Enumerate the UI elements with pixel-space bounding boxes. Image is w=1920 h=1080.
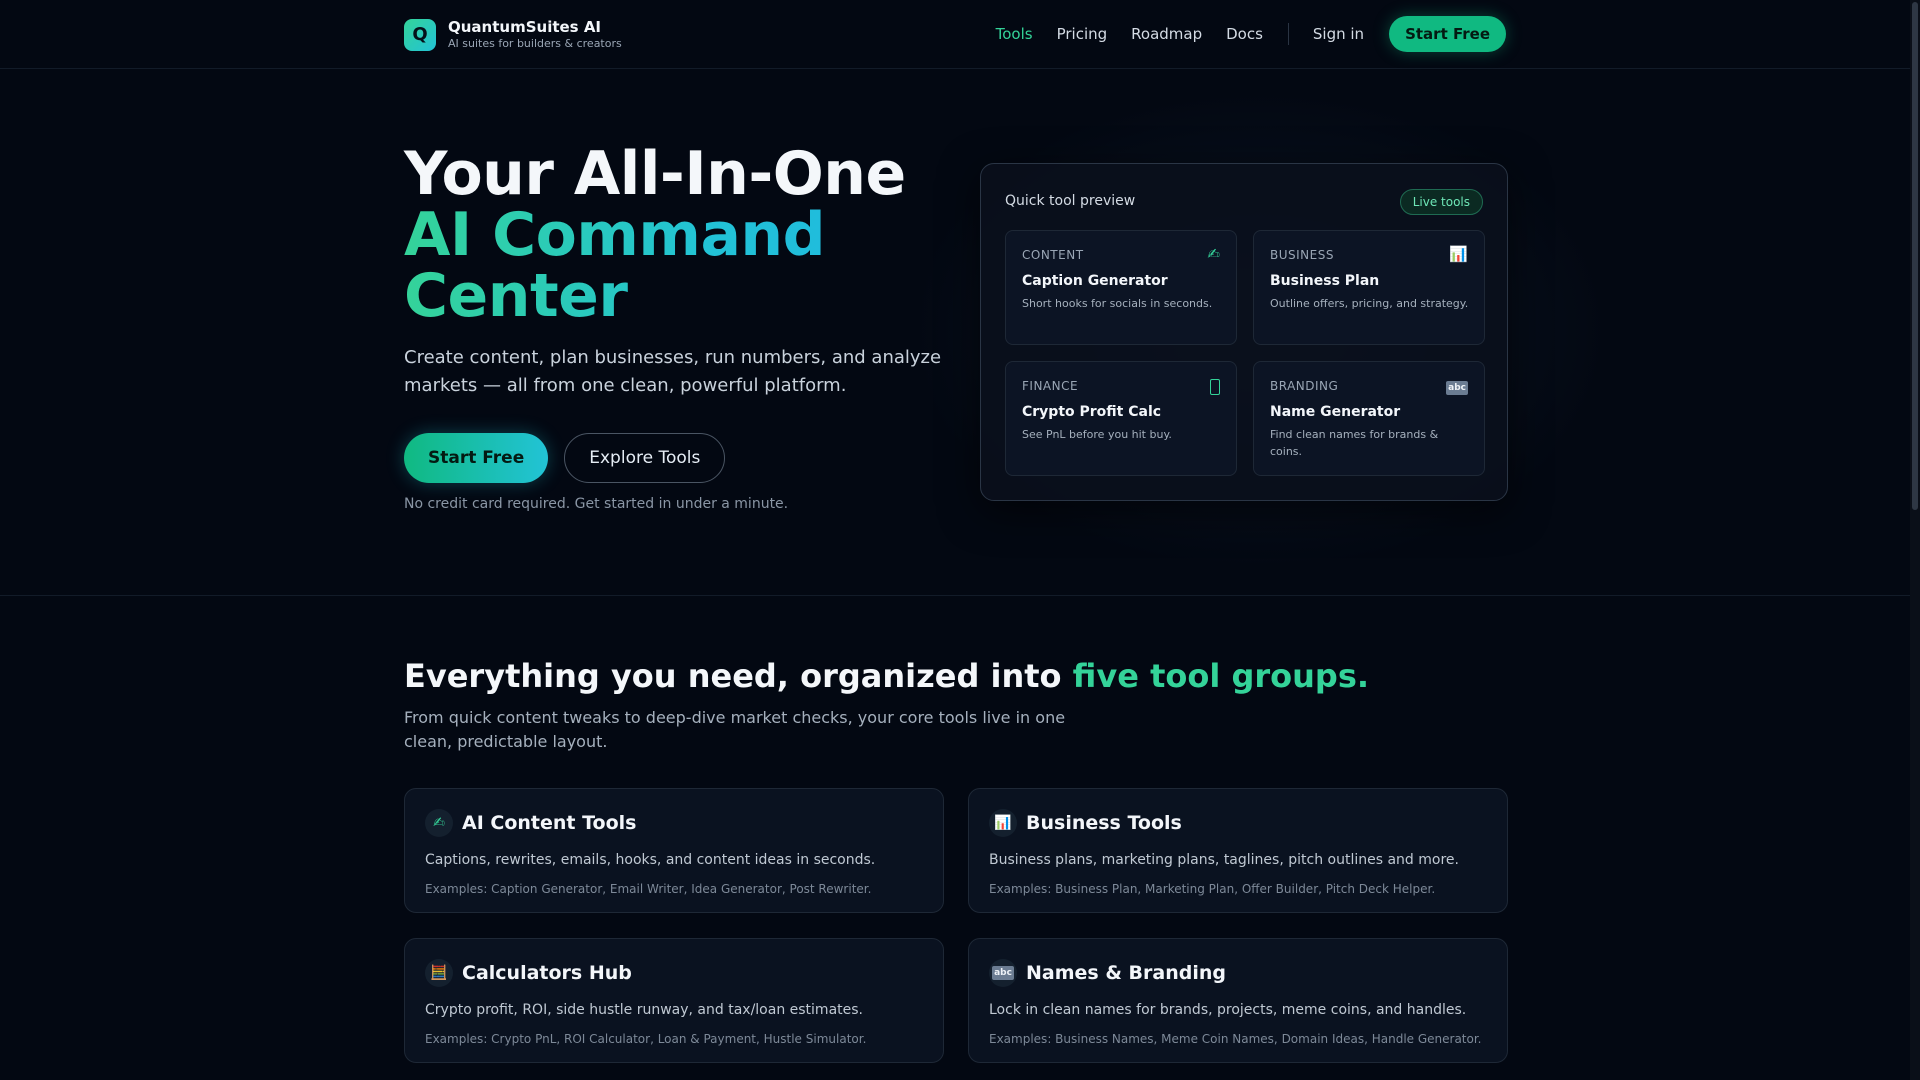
coin-icon: [1210, 376, 1220, 399]
group-examples: Examples: Caption Generator, Email Write…: [425, 882, 872, 896]
group-card-ai-content-tools[interactable]: ✍ AI Content Tools Captions, rewrites, e…: [404, 788, 944, 913]
tool-desc: Outline offers, pricing, and strategy.: [1270, 297, 1469, 310]
group-desc: Lock in clean names for brands, projects…: [989, 1002, 1467, 1018]
brand[interactable]: Q QuantumSuites AI AI suites for builder…: [404, 18, 622, 51]
live-tools-badge: Live tools: [1399, 189, 1483, 215]
section-subtitle: From quick content tweaks to deep-dive m…: [404, 708, 1066, 751]
group-examples: Examples: Business Plan, Marketing Plan,…: [989, 882, 1436, 896]
section-divider: [0, 595, 1910, 596]
brand-name: QuantumSuites AI: [448, 18, 602, 36]
section-title-prefix: Everything you need, organized into: [404, 657, 1062, 695]
tool-desc: See PnL before you hit buy.: [1022, 428, 1172, 441]
nav-link-docs[interactable]: Docs: [1226, 25, 1263, 43]
tool-name: Caption Generator: [1022, 273, 1168, 289]
hero-subtitle: Create content, plan businesses, run num…: [404, 347, 942, 396]
start-free-nav-button[interactable]: Start Free: [1389, 16, 1506, 52]
top-nav: Q QuantumSuites AI AI suites for builder…: [0, 0, 1910, 69]
hero-title-line1: Your All-In-One: [404, 139, 906, 209]
chart-icon: 📊: [1449, 245, 1468, 263]
group-card-calculators-hub[interactable]: 🧮 Calculators Hub Crypto profit, ROI, si…: [404, 938, 944, 1063]
pen-icon: ✍: [1207, 245, 1220, 263]
abc-icon: abc: [989, 959, 1017, 987]
tool-card-caption-generator[interactable]: CONTENT ✍ Caption Generator Short hooks …: [1005, 230, 1237, 345]
sign-in-link[interactable]: Sign in: [1313, 25, 1364, 43]
brand-tagline: AI suites for builders & creators: [448, 37, 622, 50]
group-desc: Captions, rewrites, emails, hooks, and c…: [425, 852, 876, 868]
tool-name: Crypto Profit Calc: [1022, 404, 1162, 420]
group-desc: Business plans, marketing plans, tagline…: [989, 852, 1459, 868]
hero-title-line3: Center: [404, 266, 906, 327]
pen-icon: ✍: [425, 809, 453, 837]
tool-category: BRANDING: [1270, 379, 1339, 393]
abc-icon: abc: [1446, 381, 1468, 395]
start-free-button[interactable]: Start Free: [404, 433, 549, 483]
section-title: Everything you need, organized into five…: [404, 657, 1369, 695]
tool-card-business-plan[interactable]: BUSINESS 📊 Business Plan Outline offers,…: [1253, 230, 1485, 345]
group-title: Business Tools: [1026, 812, 1182, 834]
section-title-accent: five tool groups.: [1072, 657, 1370, 695]
tool-name: Business Plan: [1270, 273, 1380, 289]
tool-desc: Find clean names for brands & coins.: [1270, 428, 1439, 458]
tool-card-name-generator[interactable]: BRANDING abc Name Generator Find clean n…: [1253, 361, 1485, 476]
abacus-icon: 🧮: [425, 959, 453, 987]
group-examples: Examples: Crypto PnL, ROI Calculator, Lo…: [425, 1032, 867, 1046]
group-examples: Examples: Business Names, Meme Coin Name…: [989, 1032, 1482, 1046]
group-card-business-tools[interactable]: 📊 Business Tools Business plans, marketi…: [968, 788, 1508, 913]
nav-divider: [1287, 23, 1289, 45]
group-title: Names & Branding: [1026, 962, 1226, 984]
hero-title: Your All-In-One AI Command Center: [404, 144, 906, 327]
tool-category: BUSINESS: [1270, 248, 1334, 262]
tool-desc: Short hooks for socials in seconds.: [1022, 297, 1213, 310]
group-card-names-branding[interactable]: abc Names & Branding Lock in clean names…: [968, 938, 1508, 1063]
scrollbar-thumb[interactable]: [1912, 2, 1918, 510]
hero-note: No credit card required. Get started in …: [404, 496, 789, 512]
group-title: Calculators Hub: [462, 962, 632, 984]
preview-title: Quick tool preview: [1005, 193, 1136, 209]
tool-category: CONTENT: [1022, 248, 1084, 262]
nav-link-roadmap[interactable]: Roadmap: [1131, 25, 1202, 43]
hero-actions: Start Free Explore Tools: [404, 433, 726, 483]
tool-card-crypto-profit-calc[interactable]: FINANCE Crypto Profit Calc See PnL befor…: [1005, 361, 1237, 476]
main-nav: Tools Pricing Roadmap Docs Sign in Start…: [972, 16, 1506, 52]
chart-icon: 📊: [989, 809, 1017, 837]
tool-category: FINANCE: [1022, 379, 1079, 393]
nav-link-pricing[interactable]: Pricing: [1057, 25, 1108, 43]
page-scrollbar[interactable]: [1910, 0, 1920, 1080]
tool-name: Name Generator: [1270, 404, 1401, 420]
hero-title-line2: AI Command: [404, 205, 906, 266]
tool-preview-card: Quick tool preview Live tools CONTENT ✍ …: [980, 163, 1508, 501]
explore-tools-button[interactable]: Explore Tools: [564, 433, 726, 483]
nav-link-tools[interactable]: Tools: [996, 25, 1033, 43]
group-desc: Crypto profit, ROI, side hustle runway, …: [425, 1002, 863, 1018]
brand-logo-icon: Q: [404, 18, 436, 51]
group-title: AI Content Tools: [462, 812, 637, 834]
